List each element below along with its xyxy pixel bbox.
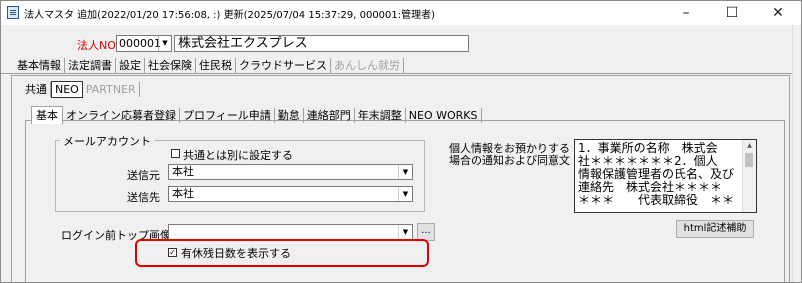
chevron-down-icon[interactable]: ▼ xyxy=(398,187,412,201)
cloud-tab-row: 共通 NEO PARTNER xyxy=(22,81,140,98)
scroll-thumb[interactable] xyxy=(745,153,753,167)
scroll-up-icon[interactable]: ▲ xyxy=(743,140,756,152)
mail-account-title: メールアカウント xyxy=(60,133,154,149)
title-bar[interactable]: 法人マスタ 追加(2022/01/20 17:56:08, :) 更新(2025… xyxy=(1,1,801,25)
highlight-box xyxy=(135,239,429,267)
chevron-down-icon[interactable]: ▼ xyxy=(398,225,412,239)
cloud-tab-2[interactable]: PARTNER xyxy=(83,82,140,97)
top-tab-3[interactable]: 社会保険 xyxy=(145,58,196,73)
chevron-down-icon[interactable]: ▼ xyxy=(158,36,171,51)
minimize-button[interactable]: – xyxy=(663,1,709,25)
window-title: 法人マスタ 追加(2022/01/20 17:56:08, :) 更新(2025… xyxy=(24,10,436,21)
corp-code-dropdown[interactable]: 000001 ▼ xyxy=(116,35,172,52)
separate-setting-label: 共通とは別に設定する xyxy=(183,149,293,162)
maximize-button[interactable]: ☐ xyxy=(709,1,755,25)
cloud-tab-1[interactable]: NEO xyxy=(51,81,83,98)
corp-code-value: 000001 xyxy=(119,37,161,50)
sender-select[interactable]: 本社 ▼ xyxy=(168,164,413,180)
separate-setting-checkbox[interactable] xyxy=(171,149,180,158)
recipient-label: 送信先 xyxy=(127,191,160,204)
neo-tab-2[interactable]: プロフィール申請 xyxy=(180,108,275,123)
neo-tab-5[interactable]: 年末調整 xyxy=(355,108,406,123)
top-tab-6[interactable]: あんしん就労 xyxy=(331,58,404,73)
window: 法人マスタ 追加(2022/01/20 17:56:08, :) 更新(2025… xyxy=(0,0,802,283)
sender-value: 本社 xyxy=(172,165,194,178)
chevron-down-icon[interactable]: ▼ xyxy=(398,165,412,179)
sender-label: 送信元 xyxy=(127,169,160,182)
top-tab-0[interactable]: 基本情報 xyxy=(14,58,65,73)
divider xyxy=(1,73,792,74)
neo-tab-6[interactable]: NEO WORKS xyxy=(406,108,482,123)
neo-tab-row: 基本 オンライン応募者登録 プロフィール申請 勤怠 連絡部門 年末調整 NEO WORKS xyxy=(31,106,482,124)
neo-tab-1[interactable]: オンライン応募者登録 xyxy=(63,108,180,123)
html-helper-button[interactable]: html記述補助 xyxy=(676,220,754,238)
close-button[interactable]: ✕ xyxy=(755,1,801,25)
window-vertical-scrollbar[interactable] xyxy=(792,25,801,282)
app-icon xyxy=(7,6,19,19)
top-tab-1[interactable]: 法定調書 xyxy=(65,58,116,73)
recipient-value: 本社 xyxy=(172,187,194,200)
privacy-text-line: ＊＊＊ 代表取締役 ＊＊ xyxy=(578,193,735,207)
corp-no-label: 法人NO xyxy=(77,39,116,52)
neo-tab-0[interactable]: 基本 xyxy=(31,106,63,124)
cloud-tab-0[interactable]: 共通 xyxy=(22,82,51,97)
top-tab-5[interactable]: クラウドサービス xyxy=(236,58,331,73)
top-tab-2[interactable]: 設定 xyxy=(116,58,145,73)
recipient-select[interactable]: 本社 ▼ xyxy=(168,186,413,202)
top-tab-4[interactable]: 住民税 xyxy=(196,58,236,73)
neo-tab-4[interactable]: 連絡部門 xyxy=(304,108,355,123)
privacy-textarea[interactable]: 1．事業所の名称 株式会 社＊＊＊＊＊＊＊2．個人 情報保護管理者の氏名、及び … xyxy=(574,139,757,213)
privacy-label-line2: 場合の通知および同意文 xyxy=(449,154,570,167)
corp-name-field[interactable]: 株式会社エクスプレス xyxy=(174,35,469,52)
login-image-select[interactable]: ▼ xyxy=(168,224,413,240)
neo-tab-3[interactable]: 勤怠 xyxy=(275,108,304,123)
textarea-scrollbar[interactable]: ▲ xyxy=(742,140,756,212)
